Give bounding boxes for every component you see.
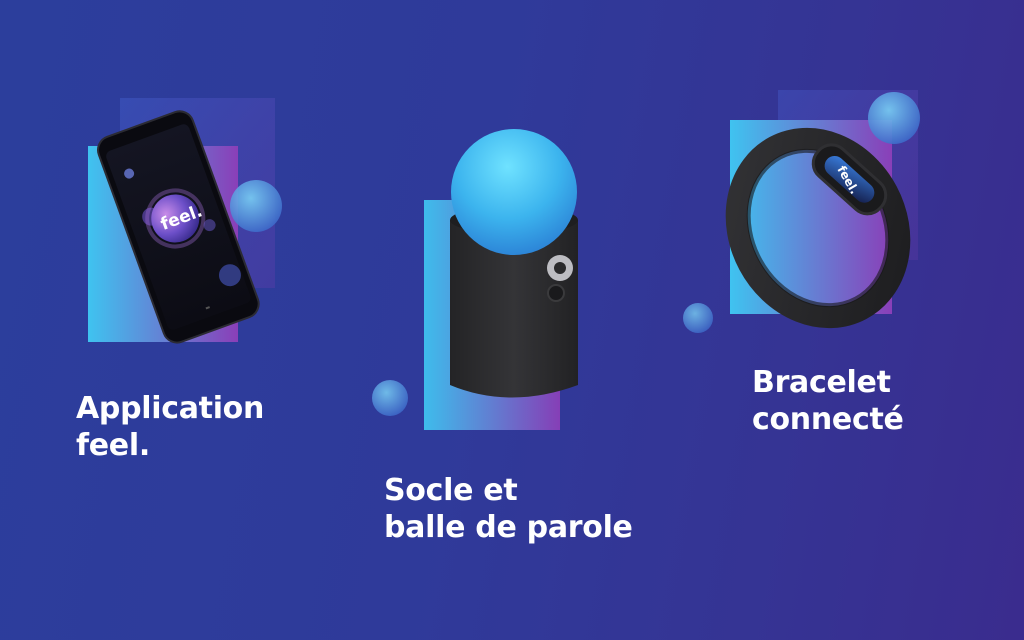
speaking-ball-illustration bbox=[372, 129, 578, 430]
caption-line: feel. bbox=[76, 428, 150, 463]
bracelet-illustration: feel. bbox=[683, 90, 920, 333]
caption-socle: Socle et balle de parole bbox=[384, 472, 633, 546]
caption-line: Socle et bbox=[384, 473, 518, 508]
caption-bracelet: Bracelet connecté bbox=[752, 364, 904, 438]
caption-line: balle de parole bbox=[384, 510, 633, 545]
caption-application: Application feel. bbox=[76, 390, 264, 464]
caption-line: connecté bbox=[752, 402, 904, 437]
caption-line: Bracelet bbox=[752, 365, 891, 400]
phone-illustration: feel. bbox=[88, 98, 282, 344]
caption-line: Application bbox=[76, 391, 265, 426]
